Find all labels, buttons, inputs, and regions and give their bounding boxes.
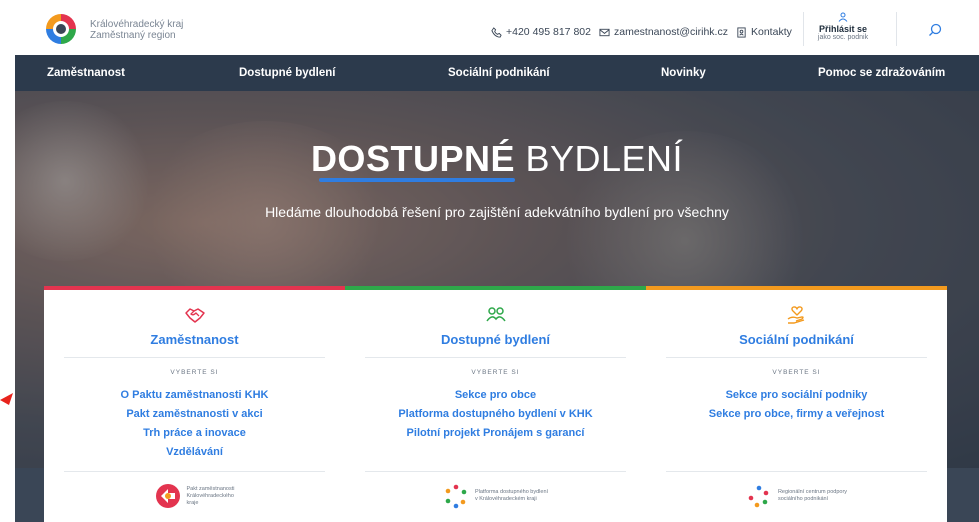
partner-line: v Královéhradeckém kraji [474,496,537,502]
link-trh-prace[interactable]: Trh práce a inovace [44,424,345,443]
card-title[interactable]: Zaměstnanost [44,332,345,347]
divider [365,471,626,472]
phone-number: +420 495 817 802 [506,26,591,38]
card-links: Sekce pro sociální podniky Sekce pro obc… [646,386,947,424]
regionalni-centrum-logo-icon [748,485,769,508]
handshake-icon [184,308,205,323]
choose-label: VYBERTE SI [471,369,520,376]
logo-line1: Královéhradecký kraj [90,19,184,30]
user-icon [838,12,848,22]
link-pakt-v-akci[interactable]: Pakt zaměstnanosti v akci [44,405,345,424]
divider [365,357,626,358]
logo-line2: Zaměstnaný region [90,30,176,41]
partner-line: Platforma dostupného bydlení [474,489,549,495]
card-links: O Paktu zaměstnanosti KHK Pakt zaměstnan… [44,386,345,462]
divider [666,471,927,472]
people-icon [485,307,506,322]
login-sub: jako soc. podnik [817,34,869,41]
card-accent-line [44,286,345,290]
nav-item-dostupne-bydleni[interactable]: Dostupné bydlení [239,67,335,79]
partner-logo[interactable]: Platforma dostupného bydlení v Královéhr… [345,483,646,509]
login-button[interactable]: Přihlásit se jako soc. podnik [816,12,870,41]
page-title: DOSTUPNÉ BYDLENÍ [15,138,979,180]
nav-item-pomoc-se-zdrazovanim[interactable]: Pomoc se zdražováním [818,67,945,79]
mail-icon [599,28,610,36]
choose-label: VYBERTE SI [772,369,821,376]
divider [803,12,804,46]
pakt-logo-icon [155,484,180,508]
link-platforma[interactable]: Platforma dostupného bydlení v KHK [345,405,646,424]
partner-line: kraje [186,499,199,506]
logo-text[interactable]: Královéhradecký kraj Zaměstnaný region [90,19,183,41]
partner-logo[interactable]: Pakt zaměstnanosti Královéhradeckého kra… [44,483,345,509]
search-icon[interactable] [928,23,942,37]
link-vzdelavani[interactable]: Vzdělávání [44,443,345,462]
divider [64,471,325,472]
link-sekce-socialni-podniky[interactable]: Sekce pro sociální podniky [646,386,947,405]
link-pilotni-projekt[interactable]: Pilotní projekt Pronájem s garancí [345,424,646,443]
card-title[interactable]: Dostupné bydlení [345,332,646,347]
divider [666,357,927,358]
contacts-link[interactable]: Kontakty [736,26,792,38]
card-accent-line [646,286,947,290]
partner-line: Královéhradeckého [186,492,234,499]
email-address: zamestnanost@cirihk.cz [614,26,728,38]
divider [896,12,897,46]
nav-item-socialni-podnikani[interactable]: Sociální podnikání [448,67,550,79]
email-link[interactable]: zamestnanost@cirihk.cz [599,26,728,38]
title-light: BYDLENÍ [525,138,684,179]
card-title[interactable]: Sociální podnikání [646,332,947,347]
phone-icon [491,26,502,38]
nav-item-zamestnanost[interactable]: Zaměstnanost [47,67,125,79]
partner-line: sociálního podnikání [777,496,829,502]
choose-label: VYBERTE SI [170,369,219,376]
divider [64,357,325,358]
phone-link[interactable]: +420 495 817 802 [491,26,591,38]
card-links: Sekce pro obce Platforma dostupného bydl… [345,386,646,443]
platforma-logo-icon [445,484,467,509]
nav-item-novinky[interactable]: Novinky [661,67,706,79]
card-dostupne-bydleni: Dostupné bydlení VYBERTE SI Sekce pro ob… [345,286,646,522]
contacts-label: Kontakty [751,26,792,38]
card-socialni-podnikani: Sociální podnikání VYBERTE SI Sekce pro … [646,286,947,522]
login-label: Přihlásit se [818,24,868,34]
card-zamestnanost: Zaměstnanost VYBERTE SI O Paktu zaměstna… [44,286,345,522]
partner-logo[interactable]: Regionální centrum podpory sociálního po… [646,483,947,509]
main-nav: Zaměstnanost Dostupné bydlení Sociální p… [15,55,979,91]
cursor-arrow-icon [0,393,13,405]
heart-hand-icon [787,306,804,324]
partner-line: Regionální centrum podpory [777,489,848,495]
title-underline [319,178,515,182]
partner-line: Pakt zaměstnanosti [186,485,235,492]
link-o-paktu[interactable]: O Paktu zaměstnanosti KHK [44,386,345,405]
partner-text: Platforma dostupného bydlení v Královéhr… [475,489,548,503]
link-sekce-pro-obce[interactable]: Sekce pro obce [345,386,646,405]
link-sekce-obce-firmy[interactable]: Sekce pro obce, firmy a veřejnost [646,405,947,424]
partner-text: Regionální centrum podpory sociálního po… [778,489,847,503]
card-accent-line [345,286,646,290]
logo-icon[interactable] [44,12,78,46]
partner-text: Pakt zaměstnanosti Královéhradeckého kra… [187,486,235,507]
hero-subtitle: Hledáme dlouhodobá řešení pro zajištění … [265,204,729,220]
title-bold: DOSTUPNÉ [310,138,515,179]
top-bar: Královéhradecký kraj Zaměstnaný region +… [0,0,979,55]
contacts-icon [737,26,746,38]
